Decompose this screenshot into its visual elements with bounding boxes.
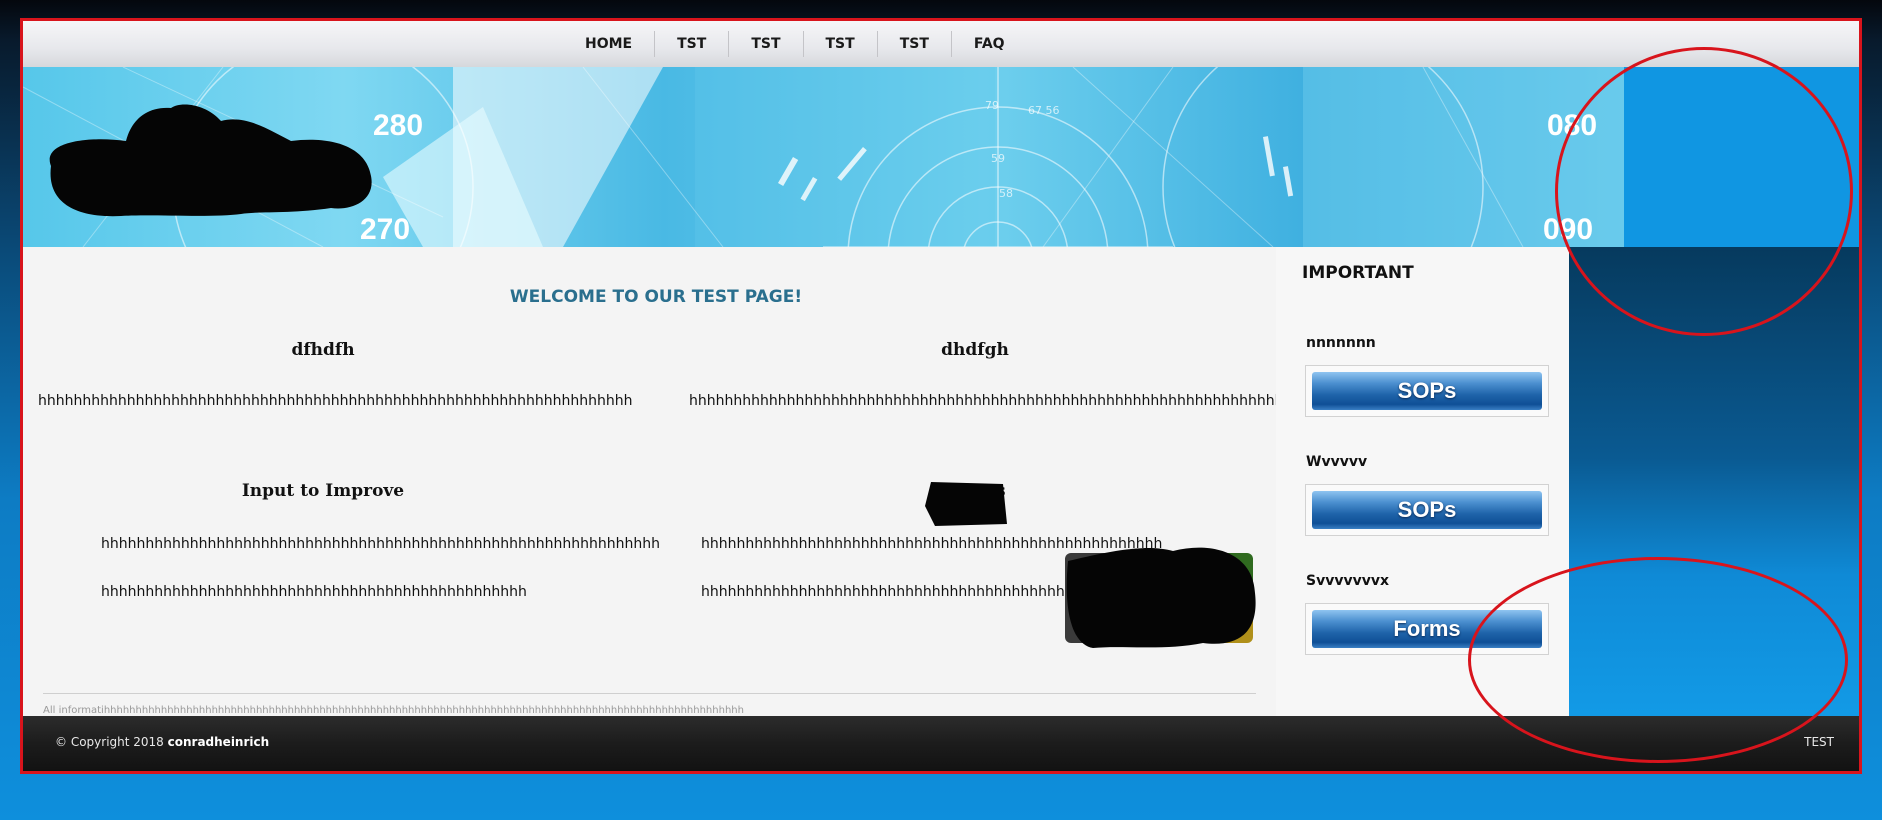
footer-right-link[interactable]: TEST bbox=[1804, 735, 1834, 749]
sidebar-heading: IMPORTANT bbox=[1302, 263, 1414, 283]
banner-number-59: 59 bbox=[991, 152, 1005, 165]
welcome-heading: WELCOME TO OUR TEST PAGE! bbox=[509, 287, 803, 307]
forms-button[interactable]: Forms bbox=[1312, 610, 1542, 648]
sop-box-2: SOPs bbox=[1305, 484, 1549, 536]
nav-item-tst-3[interactable]: TST bbox=[804, 31, 878, 57]
sidebar-label-3: Svvvvvvvx bbox=[1306, 573, 1389, 589]
page: HOME TST TST TST TST FAQ 280 270 080 090… bbox=[23, 21, 1859, 771]
col3-title: Input to Improve bbox=[241, 481, 405, 501]
sidebar: IMPORTANT nnnnnnn SOPs Wvvvvv SOPs Svvvv… bbox=[1276, 247, 1569, 716]
nav-menu: HOME TST TST TST TST FAQ bbox=[563, 21, 1027, 67]
banner-number-6756: 67 56 bbox=[1028, 104, 1060, 117]
nav-item-tst-1[interactable]: TST bbox=[655, 31, 730, 57]
nav-item-tst-4[interactable]: TST bbox=[878, 31, 952, 57]
copyright-prefix: © Copyright 2018 bbox=[55, 735, 168, 749]
copyright-name: conradheinrich bbox=[167, 735, 270, 749]
banner-blue-fill bbox=[1624, 67, 1859, 247]
right-blue-panel bbox=[1569, 247, 1859, 716]
col3-line2: hhhhhhhhhhhhhhhhhhhhhhhhhhhhhhhhhhhhhhhh… bbox=[101, 584, 527, 600]
sop-box-3: Forms bbox=[1305, 603, 1549, 655]
col3-line1: hhhhhhhhhhhhhhhhhhhhhhhhhhhhhhhhhhhhhhhh… bbox=[101, 536, 661, 552]
banner-number-090: 090 bbox=[1543, 213, 1593, 246]
nav-item-faq[interactable]: FAQ bbox=[952, 31, 1027, 57]
col2-text: hhhhhhhhhhhhhhhhhhhhhhhhhhhhhhhhhhhhhhhh… bbox=[689, 393, 1293, 409]
col1-text: hhhhhhhhhhhhhhhhhhhhhhhhhhhhhhhhhhhhhhhh… bbox=[38, 393, 633, 409]
redacted-col4-image bbox=[1065, 547, 1256, 648]
sidebar-label-1: nnnnnnn bbox=[1306, 335, 1376, 351]
footnote-text: All informatihhhhhhhhhhhhhhhhhhhhhhhhhhh… bbox=[43, 705, 744, 716]
col2-title: dhdfgh bbox=[941, 340, 1009, 360]
sops-button-2[interactable]: SOPs bbox=[1312, 491, 1542, 529]
redacted-logo bbox=[49, 104, 372, 217]
sops-button-1[interactable]: SOPs bbox=[1312, 372, 1542, 410]
content-divider bbox=[43, 693, 1256, 694]
sop-box-1: SOPs bbox=[1305, 365, 1549, 417]
copyright-text: © Copyright 2018 conradheinrich bbox=[55, 735, 269, 749]
banner-number-080: 080 bbox=[1547, 109, 1597, 142]
nav-item-home[interactable]: HOME bbox=[563, 31, 656, 57]
nav-item-tst-2[interactable]: TST bbox=[729, 31, 804, 57]
top-nav: HOME TST TST TST TST FAQ bbox=[23, 21, 1859, 68]
footer: © Copyright 2018 conradheinrich TEST bbox=[23, 716, 1859, 771]
sidebar-label-2: Wvvvvv bbox=[1306, 454, 1368, 470]
col1-title: dfhdfh bbox=[291, 340, 355, 360]
redacted-col4-title bbox=[925, 482, 1007, 526]
banner-number-58: 58 bbox=[999, 187, 1013, 200]
banner-number-79: 79 bbox=[985, 99, 999, 112]
